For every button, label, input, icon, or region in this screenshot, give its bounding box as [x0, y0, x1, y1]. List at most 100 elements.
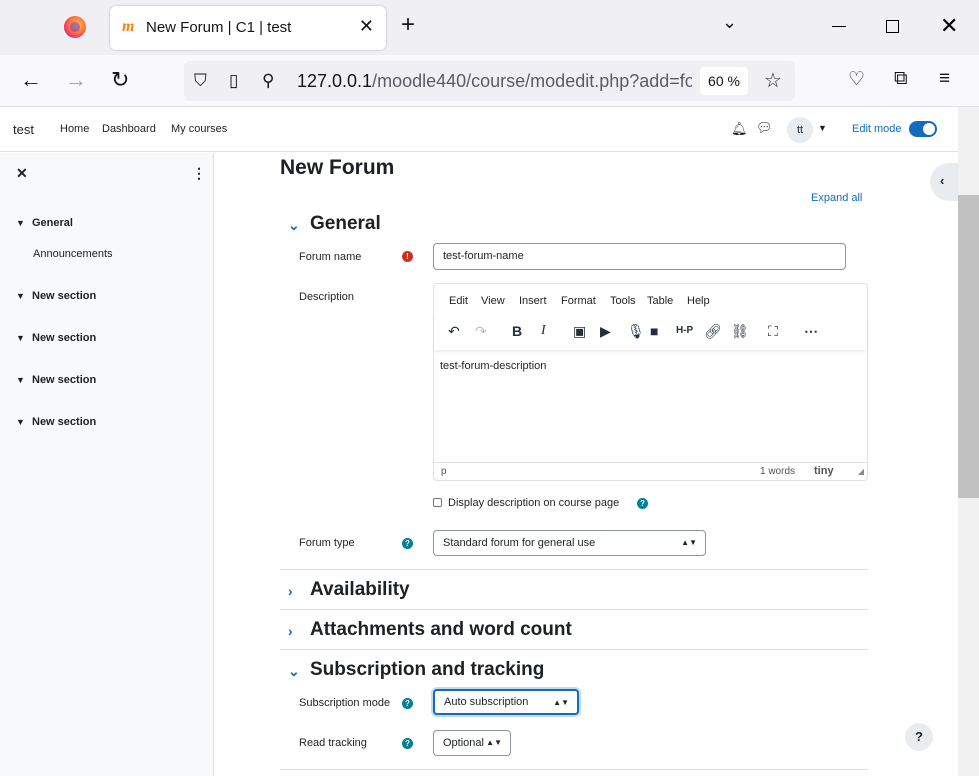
editor-toolbar: ↶ ↷ B I ▣ ▶ 🎙︎ ■ H-P 🔗︎ ⛓ ⛶ ⋯: [434, 314, 867, 350]
help-icon[interactable]: ?: [637, 498, 648, 509]
editor-element-path[interactable]: p: [441, 466, 447, 477]
help-icon[interactable]: ?: [402, 698, 413, 709]
undo-icon[interactable]: ↶: [448, 323, 460, 339]
video-camera-icon[interactable]: ■: [650, 323, 658, 339]
chevron-down-icon: ▼: [16, 417, 25, 427]
help-icon[interactable]: ?: [402, 738, 413, 749]
tiny-logo[interactable]: tiny: [814, 465, 834, 477]
forum-type-select[interactable]: Standard forum for general use ▲▼: [433, 530, 706, 556]
drawer-more-icon[interactable]: ⋮: [192, 165, 206, 182]
window-close-icon[interactable]: ✕: [940, 13, 958, 39]
scrollbar-thumb[interactable]: [958, 195, 979, 498]
editor-word-count[interactable]: 1 words: [760, 466, 795, 477]
reload-icon[interactable]: ↻: [111, 69, 129, 91]
back-arrow-icon[interactable]: ←: [20, 69, 42, 91]
page-scrollbar[interactable]: [958, 107, 979, 776]
chevron-down-icon: ▼: [16, 218, 25, 228]
url-bar[interactable]: ⛉ ▯ ⚲ 127.0.0.1/moodle440/course/modedit…: [184, 61, 795, 101]
app-menu-icon[interactable]: ≡: [939, 68, 950, 90]
notifications-bell-icon[interactable]: 🔔︎: [731, 121, 748, 137]
editor-content[interactable]: test-forum-description: [440, 360, 546, 372]
chevron-right-icon: ›: [288, 623, 293, 639]
drawer-section-new-2[interactable]: ▼ New section: [16, 332, 96, 344]
extensions-icon[interactable]: ⧉: [894, 68, 908, 90]
shield-icon[interactable]: ⛉: [194, 71, 207, 91]
zoom-level-button[interactable]: 60 %: [700, 67, 748, 95]
more-icon[interactable]: ⋯: [804, 323, 818, 339]
redo-icon[interactable]: ↷: [475, 323, 487, 339]
drawer-section-new-3[interactable]: ▼ New section: [16, 374, 96, 386]
select-arrows-icon: ▲▼: [681, 538, 697, 547]
bookmark-star-icon[interactable]: ☆: [764, 68, 782, 93]
editor-statusbar: p 1 words tiny ◢: [434, 462, 867, 480]
new-tab-icon[interactable]: +: [401, 13, 415, 37]
image-icon[interactable]: ▣: [573, 323, 586, 339]
drawer-section-new-1[interactable]: ▼ New section: [16, 290, 96, 302]
editor-menubar: Edit View Insert Format Tools Table Help: [434, 284, 867, 314]
drawer-close-icon[interactable]: ✕: [16, 165, 28, 182]
chevron-left-icon: ‹: [940, 173, 945, 188]
editor-menu-edit[interactable]: Edit: [449, 295, 468, 307]
media-icon[interactable]: ▶: [600, 323, 611, 339]
section-divider: [280, 649, 868, 650]
firefox-icon[interactable]: [64, 16, 86, 38]
description-editor[interactable]: Edit View Insert Format Tools Table Help…: [433, 283, 868, 481]
editor-menu-table[interactable]: Table: [647, 295, 673, 307]
messages-chat-icon[interactable]: 💬︎: [756, 120, 773, 136]
drawer-item-announcements[interactable]: Announcements: [33, 248, 113, 260]
editor-menu-help[interactable]: Help: [687, 295, 710, 307]
h5p-icon[interactable]: H-P: [676, 323, 693, 339]
subscription-mode-label: Subscription mode: [299, 697, 391, 709]
editor-menu-insert[interactable]: Insert: [519, 295, 547, 307]
pocket-icon[interactable]: ♡: [848, 68, 865, 91]
fullscreen-icon[interactable]: ⛶: [768, 323, 778, 339]
help-button[interactable]: ?: [905, 723, 933, 751]
window-minimize-icon[interactable]: [832, 26, 846, 27]
help-icon[interactable]: ?: [402, 538, 413, 549]
microphone-icon[interactable]: 🎙︎: [627, 323, 645, 339]
section-divider: [280, 769, 868, 770]
drawer-section-new-4[interactable]: ▼ New section: [16, 416, 96, 428]
nav-link-home[interactable]: Home: [60, 123, 89, 135]
italic-icon[interactable]: I: [541, 323, 546, 339]
site-brand[interactable]: test: [13, 122, 34, 137]
required-icon: !: [402, 251, 413, 262]
editor-menu-tools[interactable]: Tools: [610, 295, 636, 307]
window-maximize-icon[interactable]: [886, 20, 899, 33]
user-avatar[interactable]: tt: [787, 117, 813, 143]
browser-tab[interactable]: m New Forum | C1 | test ✕: [110, 6, 386, 50]
bold-icon[interactable]: B: [512, 323, 522, 339]
editor-menu-view[interactable]: View: [481, 295, 505, 307]
chevron-right-icon: ›: [288, 583, 293, 599]
link-icon[interactable]: 🔗︎: [704, 323, 722, 339]
tab-list-chevron-icon[interactable]: ⌄: [722, 12, 737, 33]
user-menu-chevron-icon[interactable]: ▼: [818, 123, 827, 133]
editor-menu-format[interactable]: Format: [561, 295, 596, 307]
forum-name-input[interactable]: test-forum-name: [433, 243, 846, 270]
tab-close-icon[interactable]: ✕: [359, 16, 374, 37]
tab-title: New Forum | C1 | test: [146, 19, 292, 36]
course-index-drawer: ✕ ⋮ ▼ General Announcements ▼ New section …: [0, 153, 214, 776]
section-divider: [280, 609, 868, 610]
chevron-down-icon: ⌄: [288, 217, 300, 233]
select-arrows-icon: ▲▼: [553, 698, 569, 707]
page-info-icon[interactable]: ▯: [229, 71, 238, 91]
main-content: New Forum Expand all ⌄ General Forum nam…: [215, 153, 958, 776]
expand-all-link[interactable]: Expand all: [811, 192, 862, 204]
chevron-down-icon: ▼: [16, 291, 25, 301]
drawer-section-general[interactable]: ▼ General: [16, 217, 73, 229]
subscription-mode-select[interactable]: Auto subscription ▲▼: [433, 689, 579, 715]
moodle-favicon-icon: m: [122, 18, 135, 35]
edit-mode-label: Edit mode: [852, 123, 902, 135]
edit-mode-toggle[interactable]: [909, 121, 937, 137]
forward-arrow-icon[interactable]: →: [65, 69, 87, 91]
unlink-icon[interactable]: ⛓: [731, 323, 749, 339]
browser-tabbar: m New Forum | C1 | test ✕ + ⌄ ✕: [0, 0, 979, 55]
url-text[interactable]: 127.0.0.1/moodle440/course/modedit.php?a…: [297, 71, 692, 92]
permissions-icon[interactable]: ⚲: [262, 71, 274, 91]
nav-link-my-courses[interactable]: My courses: [171, 123, 227, 135]
resize-handle-icon[interactable]: ◢: [858, 467, 864, 476]
read-tracking-select[interactable]: Optional ▲▼: [433, 730, 511, 756]
display-description-checkbox[interactable]: [433, 498, 442, 507]
nav-link-dashboard[interactable]: Dashboard: [102, 123, 156, 135]
